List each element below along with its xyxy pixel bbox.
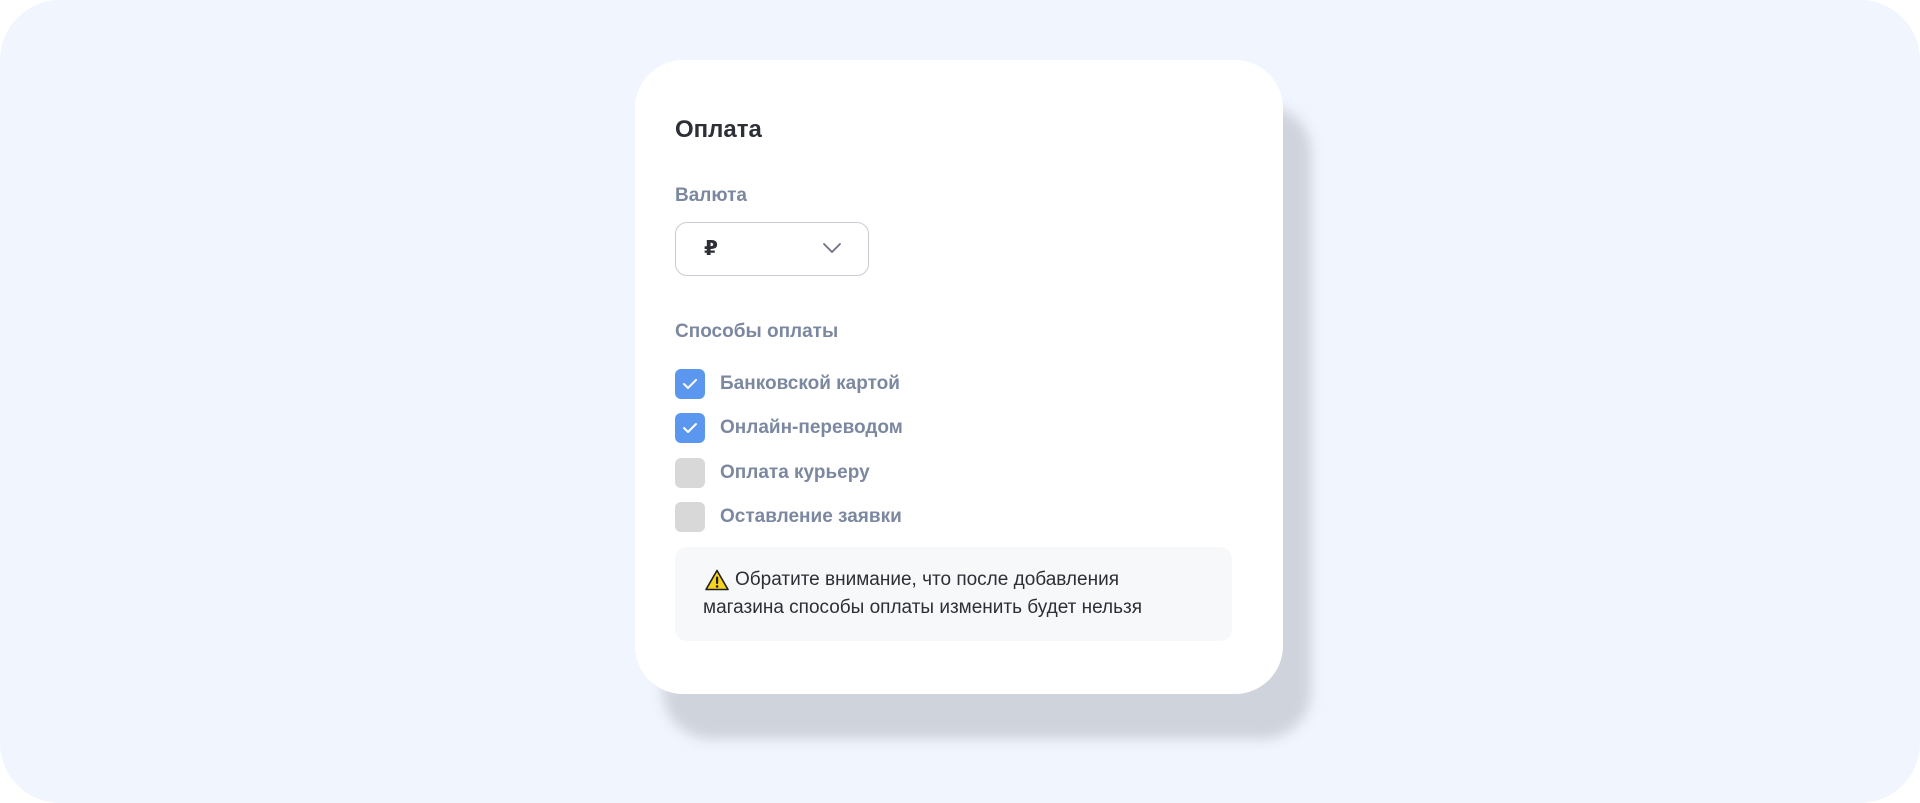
checkbox[interactable] bbox=[675, 458, 705, 488]
payment-method-request[interactable]: Оставление заявки bbox=[675, 502, 1035, 532]
payment-methods-label: Способы оплаты bbox=[675, 321, 839, 342]
payment-method-transfer[interactable]: Онлайн-переводом bbox=[675, 413, 1035, 443]
payment-card: Оплата Валюта ₽ Способы оплаты Банковско… bbox=[635, 60, 1283, 694]
checkbox[interactable] bbox=[675, 369, 705, 399]
checkbox[interactable] bbox=[675, 502, 705, 532]
checkmark-icon bbox=[683, 423, 697, 433]
payment-method-label: Оплата курьеру bbox=[720, 462, 870, 483]
currency-select[interactable]: ₽ bbox=[675, 222, 869, 276]
warning-icon bbox=[705, 569, 729, 591]
payment-method-card[interactable]: Банковской картой bbox=[675, 369, 1035, 399]
notice-text-line1: Обратите внимание, что после добавления bbox=[735, 569, 1119, 590]
currency-select-value: ₽ bbox=[704, 238, 718, 260]
payment-method-label: Оставление заявки bbox=[720, 506, 902, 527]
chevron-down-icon bbox=[823, 243, 841, 253]
page-background: Оплата Валюта ₽ Способы оплаты Банковско… bbox=[0, 0, 1920, 803]
payment-method-courier[interactable]: Оплата курьеру bbox=[675, 458, 1035, 488]
currency-label: Валюта bbox=[675, 185, 747, 206]
checkbox[interactable] bbox=[675, 413, 705, 443]
payment-method-label: Онлайн-переводом bbox=[720, 417, 903, 438]
notice-text-line2: магазина способы оплаты изменить будет н… bbox=[703, 597, 1143, 618]
card-title: Оплата bbox=[675, 116, 762, 143]
warning-notice: Обратите внимание, что после добавления … bbox=[675, 547, 1232, 641]
payment-method-label: Банковской картой bbox=[720, 373, 900, 394]
checkmark-icon bbox=[683, 379, 697, 389]
